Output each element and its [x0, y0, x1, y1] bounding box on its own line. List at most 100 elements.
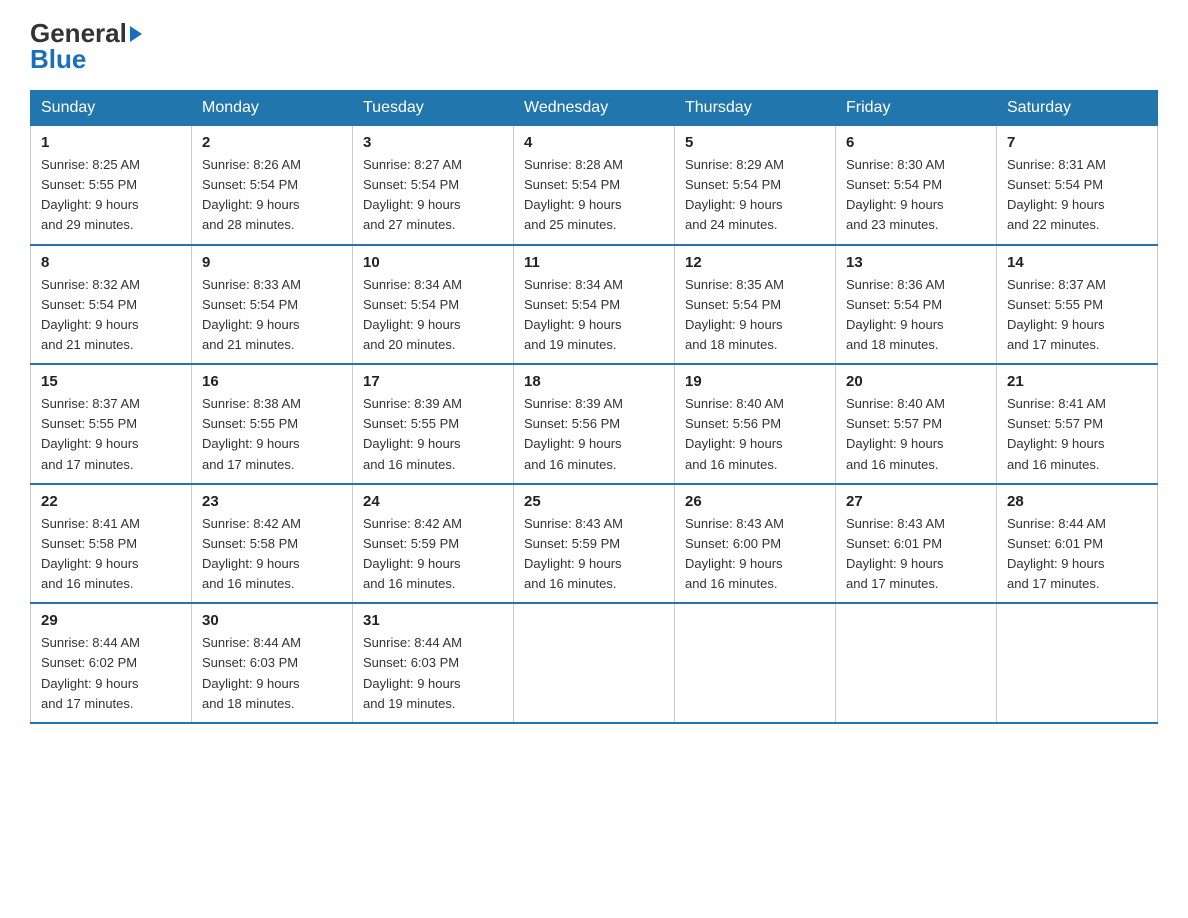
- day-info: Sunrise: 8:36 AMSunset: 5:54 PMDaylight:…: [846, 275, 986, 356]
- calendar-cell: 7Sunrise: 8:31 AMSunset: 5:54 PMDaylight…: [997, 126, 1158, 245]
- header-thursday: Thursday: [675, 91, 836, 126]
- calendar-cell: 20 Sunrise: 8:40 AMSunset: 5:57 PMDayligh…: [836, 364, 997, 484]
- calendar-cell: 14 Sunrise: 8:37 AMSunset: 5:55 PMDayligh…: [997, 245, 1158, 365]
- calendar-cell: 26 Sunrise: 8:43 AMSunset: 6:00 PMDayligh…: [675, 484, 836, 604]
- day-info: Sunrise: 8:40 AMSunset: 5:57 PMDaylight:…: [846, 394, 986, 475]
- calendar-week-1: 1 Sunrise: 8:25 AMSunset: 5:55 PMDaylight…: [31, 126, 1158, 245]
- day-info: Sunrise: 8:43 AMSunset: 6:00 PMDaylight:…: [685, 514, 825, 595]
- calendar-cell: 24 Sunrise: 8:42 AMSunset: 5:59 PMDayligh…: [353, 484, 514, 604]
- day-info: Sunrise: 8:37 AMSunset: 5:55 PMDaylight:…: [41, 394, 181, 475]
- calendar-cell: 13 Sunrise: 8:36 AMSunset: 5:54 PMDayligh…: [836, 245, 997, 365]
- day-number: 25: [524, 493, 664, 510]
- day-number: 29: [41, 612, 181, 629]
- day-info: Sunrise: 8:41 AMSunset: 5:57 PMDaylight:…: [1007, 394, 1147, 475]
- calendar-body: 1 Sunrise: 8:25 AMSunset: 5:55 PMDaylight…: [31, 126, 1158, 723]
- calendar-cell: 17Sunrise: 8:39 AMSunset: 5:55 PMDayligh…: [353, 364, 514, 484]
- day-info: Sunrise: 8:25 AMSunset: 5:55 PMDaylight:…: [41, 155, 181, 236]
- day-number: 20: [846, 373, 986, 390]
- calendar-header: Sunday Monday Tuesday Wednesday Thursday…: [31, 91, 1158, 126]
- calendar-cell: 27Sunrise: 8:43 AMSunset: 6:01 PMDayligh…: [836, 484, 997, 604]
- calendar-cell: 23 Sunrise: 8:42 AMSunset: 5:58 PMDayligh…: [192, 484, 353, 604]
- logo-triangle-icon: [130, 26, 142, 42]
- day-number: 1: [41, 134, 181, 151]
- day-info: Sunrise: 8:39 AMSunset: 5:56 PMDaylight:…: [524, 394, 664, 475]
- day-number: 24: [363, 493, 503, 510]
- day-number: 30: [202, 612, 342, 629]
- calendar-cell: [514, 603, 675, 723]
- day-number: 11: [524, 254, 664, 271]
- day-number: 6: [846, 134, 986, 151]
- calendar-cell: 29 Sunrise: 8:44 AMSunset: 6:02 PMDayligh…: [31, 603, 192, 723]
- day-info: Sunrise: 8:31 AMSunset: 5:54 PMDaylight:…: [1007, 155, 1147, 236]
- day-number: 3: [363, 134, 503, 151]
- day-info: Sunrise: 8:37 AMSunset: 5:55 PMDaylight:…: [1007, 275, 1147, 356]
- header-saturday: Saturday: [997, 91, 1158, 126]
- calendar-cell: 10 Sunrise: 8:34 AMSunset: 5:54 PMDayligh…: [353, 245, 514, 365]
- calendar-cell: 8 Sunrise: 8:32 AMSunset: 5:54 PMDaylight…: [31, 245, 192, 365]
- day-number: 28: [1007, 493, 1147, 510]
- day-info: Sunrise: 8:42 AMSunset: 5:59 PMDaylight:…: [363, 514, 503, 595]
- calendar-cell: 2Sunrise: 8:26 AMSunset: 5:54 PMDaylight…: [192, 126, 353, 245]
- calendar-cell: 11 Sunrise: 8:34 AMSunset: 5:54 PMDayligh…: [514, 245, 675, 365]
- calendar-cell: 22Sunrise: 8:41 AMSunset: 5:58 PMDayligh…: [31, 484, 192, 604]
- day-info: Sunrise: 8:40 AMSunset: 5:56 PMDaylight:…: [685, 394, 825, 475]
- day-number: 14: [1007, 254, 1147, 271]
- day-info: Sunrise: 8:32 AMSunset: 5:54 PMDaylight:…: [41, 275, 181, 356]
- calendar-cell: 16Sunrise: 8:38 AMSunset: 5:55 PMDayligh…: [192, 364, 353, 484]
- header-friday: Friday: [836, 91, 997, 126]
- logo-blue-text: Blue: [30, 46, 86, 72]
- day-number: 18: [524, 373, 664, 390]
- day-number: 26: [685, 493, 825, 510]
- day-info: Sunrise: 8:33 AMSunset: 5:54 PMDaylight:…: [202, 275, 342, 356]
- calendar-table: Sunday Monday Tuesday Wednesday Thursday…: [30, 90, 1158, 724]
- day-number: 23: [202, 493, 342, 510]
- day-number: 10: [363, 254, 503, 271]
- calendar-cell: 31Sunrise: 8:44 AMSunset: 6:03 PMDayligh…: [353, 603, 514, 723]
- calendar-cell: 19 Sunrise: 8:40 AMSunset: 5:56 PMDayligh…: [675, 364, 836, 484]
- day-info: Sunrise: 8:42 AMSunset: 5:58 PMDaylight:…: [202, 514, 342, 595]
- calendar-cell: [836, 603, 997, 723]
- header-wednesday: Wednesday: [514, 91, 675, 126]
- day-number: 5: [685, 134, 825, 151]
- day-info: Sunrise: 8:44 AMSunset: 6:03 PMDaylight:…: [363, 633, 503, 714]
- day-info: Sunrise: 8:43 AMSunset: 5:59 PMDaylight:…: [524, 514, 664, 595]
- calendar-cell: 15 Sunrise: 8:37 AMSunset: 5:55 PMDayligh…: [31, 364, 192, 484]
- calendar-week-5: 29 Sunrise: 8:44 AMSunset: 6:02 PMDayligh…: [31, 603, 1158, 723]
- day-info: Sunrise: 8:38 AMSunset: 5:55 PMDaylight:…: [202, 394, 342, 475]
- calendar-week-4: 22Sunrise: 8:41 AMSunset: 5:58 PMDayligh…: [31, 484, 1158, 604]
- calendar-cell: 6Sunrise: 8:30 AMSunset: 5:54 PMDaylight…: [836, 126, 997, 245]
- header-monday: Monday: [192, 91, 353, 126]
- calendar-cell: 12 Sunrise: 8:35 AMSunset: 5:54 PMDayligh…: [675, 245, 836, 365]
- calendar-cell: 5 Sunrise: 8:29 AMSunset: 5:54 PMDaylight…: [675, 126, 836, 245]
- day-number: 12: [685, 254, 825, 271]
- day-info: Sunrise: 8:27 AMSunset: 5:54 PMDaylight:…: [363, 155, 503, 236]
- day-info: Sunrise: 8:44 AMSunset: 6:01 PMDaylight:…: [1007, 514, 1147, 595]
- day-number: 8: [41, 254, 181, 271]
- day-info: Sunrise: 8:35 AMSunset: 5:54 PMDaylight:…: [685, 275, 825, 356]
- day-info: Sunrise: 8:34 AMSunset: 5:54 PMDaylight:…: [524, 275, 664, 356]
- day-info: Sunrise: 8:39 AMSunset: 5:55 PMDaylight:…: [363, 394, 503, 475]
- day-number: 21: [1007, 373, 1147, 390]
- calendar-week-2: 8 Sunrise: 8:32 AMSunset: 5:54 PMDaylight…: [31, 245, 1158, 365]
- header-row: Sunday Monday Tuesday Wednesday Thursday…: [31, 91, 1158, 126]
- day-info: Sunrise: 8:34 AMSunset: 5:54 PMDaylight:…: [363, 275, 503, 356]
- calendar-cell: 9Sunrise: 8:33 AMSunset: 5:54 PMDaylight…: [192, 245, 353, 365]
- logo-general-text: General: [30, 20, 127, 46]
- logo: General Blue: [30, 20, 142, 72]
- day-info: Sunrise: 8:26 AMSunset: 5:54 PMDaylight:…: [202, 155, 342, 236]
- day-number: 19: [685, 373, 825, 390]
- header-tuesday: Tuesday: [353, 91, 514, 126]
- calendar-cell: 4Sunrise: 8:28 AMSunset: 5:54 PMDaylight…: [514, 126, 675, 245]
- day-info: Sunrise: 8:44 AMSunset: 6:03 PMDaylight:…: [202, 633, 342, 714]
- day-info: Sunrise: 8:44 AMSunset: 6:02 PMDaylight:…: [41, 633, 181, 714]
- calendar-cell: 21 Sunrise: 8:41 AMSunset: 5:57 PMDayligh…: [997, 364, 1158, 484]
- day-number: 4: [524, 134, 664, 151]
- day-info: Sunrise: 8:43 AMSunset: 6:01 PMDaylight:…: [846, 514, 986, 595]
- day-number: 13: [846, 254, 986, 271]
- day-info: Sunrise: 8:29 AMSunset: 5:54 PMDaylight:…: [685, 155, 825, 236]
- day-number: 22: [41, 493, 181, 510]
- calendar-cell: 3 Sunrise: 8:27 AMSunset: 5:54 PMDaylight…: [353, 126, 514, 245]
- day-number: 15: [41, 373, 181, 390]
- calendar-cell: 25 Sunrise: 8:43 AMSunset: 5:59 PMDayligh…: [514, 484, 675, 604]
- calendar-cell: 30 Sunrise: 8:44 AMSunset: 6:03 PMDayligh…: [192, 603, 353, 723]
